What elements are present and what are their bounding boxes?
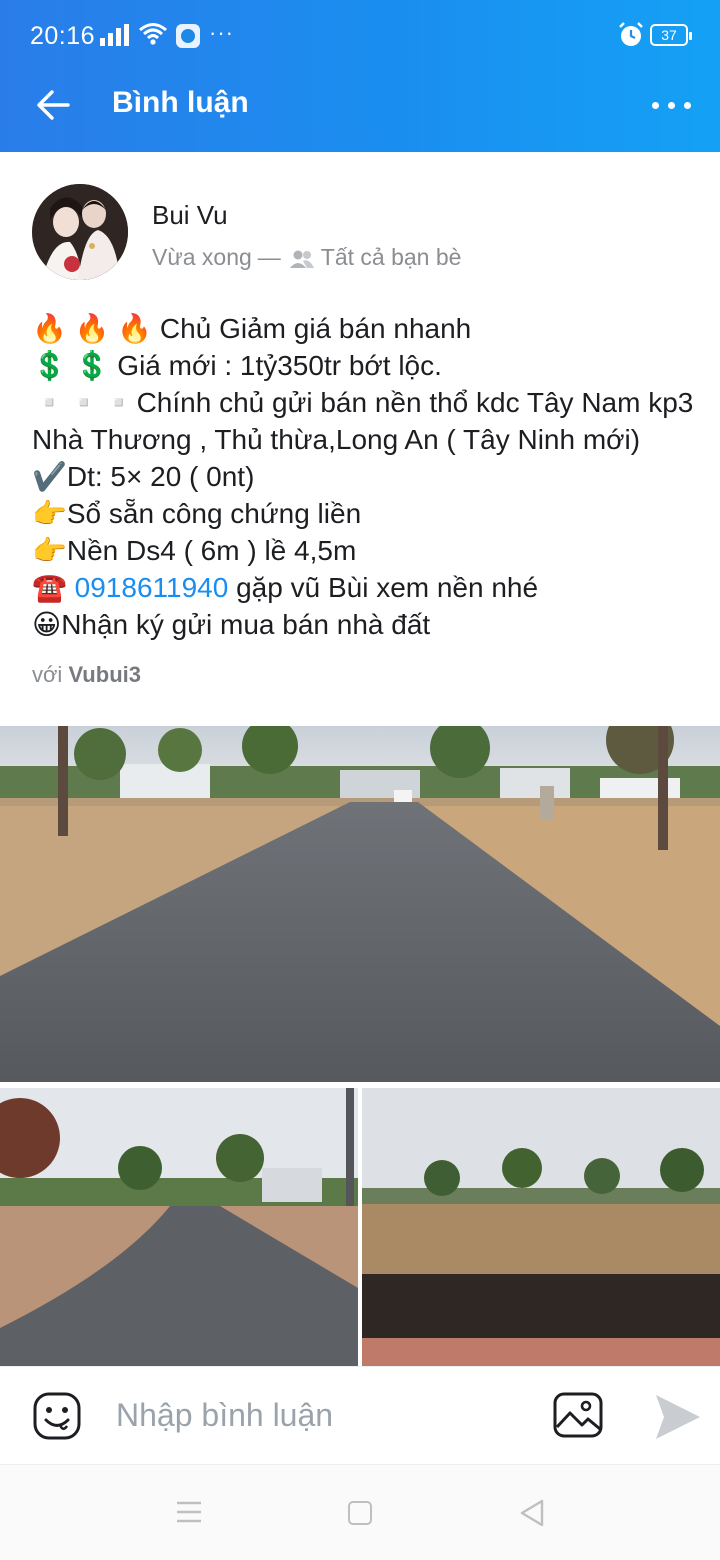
post-line: 👉Nền Ds4 ( 6m ) lề 4,5m	[32, 535, 357, 566]
with-label: với	[32, 662, 63, 687]
post-photo-2[interactable]	[0, 1088, 358, 1366]
emoji-icon	[33, 1392, 81, 1440]
attach-image-button[interactable]	[552, 1391, 604, 1439]
menu-icon	[177, 1501, 201, 1523]
recent-apps-button[interactable]	[176, 1500, 202, 1524]
status-time: 20:16	[30, 22, 96, 50]
post-line: 🔥 🔥 🔥 Chủ Giảm giá bán nhanh	[32, 313, 472, 344]
post-line: 👉Sổ sẵn công chứng liền	[32, 498, 362, 529]
post-line: ✔️Dt: 5× 20 ( 0nt)	[32, 461, 255, 492]
system-back-button[interactable]	[518, 1499, 546, 1527]
back-button[interactable]	[30, 80, 80, 130]
post-line: 😀Nhận ký gửi mua bán nhà đất	[32, 609, 431, 640]
send-button[interactable]	[652, 1393, 702, 1441]
post-photo-main[interactable]	[0, 726, 720, 1082]
triangle-back-icon	[520, 1499, 544, 1527]
arrow-left-icon	[37, 90, 70, 120]
battery-icon: 37	[650, 24, 692, 46]
tagged-user[interactable]: Vubui3	[68, 662, 141, 687]
phone-suffix: gặp vũ Bùi xem nền nhé	[228, 572, 539, 603]
more-options-button[interactable]	[652, 86, 692, 126]
phone-prefix: ☎️	[32, 572, 75, 603]
comments-screen: 20:16 ··· 37 Bình luận Bui Vu Vừa xong —…	[0, 0, 720, 1560]
post-body: 🔥 🔥 🔥 Chủ Giảm giá bán nhanh 💲 💲 Giá mới…	[32, 310, 694, 643]
emoji-button[interactable]	[32, 1391, 82, 1441]
app-notification-icon	[176, 24, 200, 48]
header: Bình luận	[0, 56, 720, 152]
signal-icon	[100, 24, 130, 53]
wifi-icon	[138, 22, 168, 53]
more-notifications: ···	[209, 20, 234, 45]
alarm-icon	[618, 22, 644, 55]
post-time: Vừa xong	[152, 244, 252, 270]
image-icon	[553, 1392, 603, 1438]
more-horizontal-icon	[652, 102, 659, 109]
friends-icon	[289, 248, 315, 268]
post-meta: Vừa xong — Tất cả bạn bè	[152, 244, 461, 271]
post-line: Nhà Thương , Thủ thừa,Long An ( Tây Ninh…	[32, 424, 641, 455]
tagged-with: với Vubui3	[32, 662, 141, 688]
top-bar: 20:16 ··· 37 Bình luận	[0, 0, 720, 152]
home-button[interactable]	[348, 1501, 372, 1525]
send-icon	[656, 1395, 700, 1439]
system-nav-bar	[0, 1464, 720, 1560]
avatar[interactable]	[32, 184, 128, 280]
post-line-phone: ☎️ 0918611940 gặp vũ Bùi xem nền nhé	[32, 569, 692, 606]
comment-bar: Nhập bình luận	[0, 1366, 720, 1464]
post-photo-3[interactable]	[362, 1088, 720, 1366]
page-title: Bình luận	[112, 86, 249, 119]
meta-separator: —	[257, 244, 281, 270]
post-line: ▫️▫️▫️Chính chủ gửi bán nền thổ kdc Tây …	[32, 387, 694, 418]
status-bar: 20:16 ··· 37	[0, 0, 720, 56]
author-name[interactable]: Bui Vu	[152, 200, 228, 231]
privacy-label[interactable]: Tất cả bạn bè	[321, 244, 462, 271]
post-line: 💲 💲 Giá mới : 1tỷ350tr bớt lộc.	[32, 350, 442, 381]
comment-input[interactable]: Nhập bình luận	[116, 1397, 333, 1434]
phone-link[interactable]: 0918611940	[75, 572, 229, 603]
